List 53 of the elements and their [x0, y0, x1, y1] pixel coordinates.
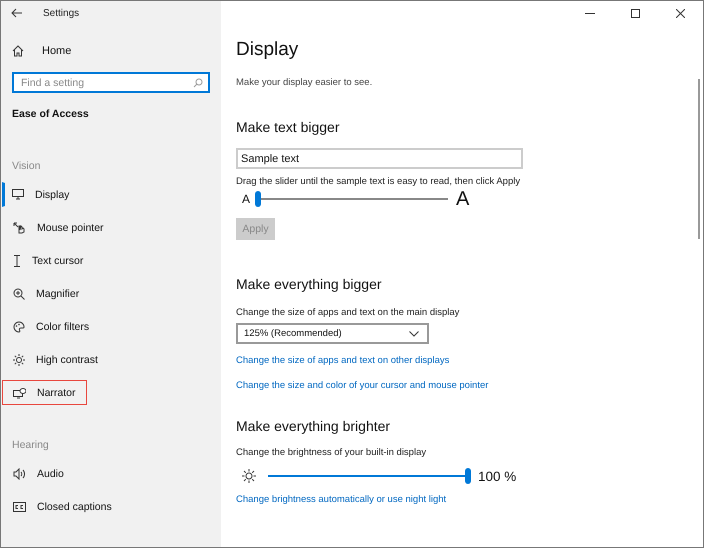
narrator-icon — [13, 386, 26, 398]
group-label: Vision — [11, 160, 42, 172]
section-heading: Ease of Access — [12, 108, 90, 120]
group-label: Hearing — [11, 439, 50, 451]
brightness-label: Change the brightness of your built-in display — [236, 447, 428, 458]
minimize-icon[interactable] — [585, 12, 595, 14]
home-icon — [12, 45, 24, 57]
window-title: Settings — [43, 8, 80, 18]
sidebar-item[interactable]: Magnifier — [2, 281, 90, 306]
home-link[interactable]: Home — [1, 41, 221, 61]
slider-hint: Drag the slider until the sample text is easy to read, then click Apply — [236, 176, 522, 187]
scrollbar[interactable] — [698, 79, 700, 239]
brightness-slider[interactable] — [268, 468, 468, 484]
page-title: Display — [236, 39, 300, 61]
section-heading: Make everything bigger — [236, 276, 383, 292]
sample-text-field[interactable]: Sample text — [236, 148, 523, 169]
monitor-icon — [12, 189, 24, 200]
text-size-slider[interactable] — [258, 191, 448, 207]
sidebar-item[interactable]: Color filters — [2, 314, 100, 339]
sidebar-item[interactable]: Closed captions — [2, 494, 123, 519]
large-a-label: A — [456, 188, 470, 210]
page-subtitle: Make your display easier to see. — [236, 77, 374, 88]
search-field[interactable]: Find a setting — [12, 72, 210, 93]
sidebar-item[interactable]: Text cursor — [2, 248, 94, 273]
section-heading: Make everything brighter — [236, 418, 392, 434]
settings-link[interactable]: Change the size of apps and text on other displays — [236, 355, 450, 366]
sidebar-item[interactable]: Display — [2, 182, 80, 207]
maximize-icon[interactable] — [631, 8, 640, 18]
sun-icon — [242, 469, 256, 483]
sidebar-item[interactable]: High contrast — [2, 347, 109, 372]
text-cursor-icon — [13, 254, 21, 266]
scale-label: Change the size of apps and text on the main display — [236, 307, 460, 318]
small-a-label: A — [241, 192, 250, 206]
slider-thumb[interactable] — [465, 468, 471, 484]
sidebar-item[interactable]: Mouse pointer — [2, 215, 115, 240]
chevron-down-icon — [409, 330, 419, 336]
settings-link[interactable]: Change the size and color of your cursor and mouse pointer — [236, 380, 488, 391]
section-heading: Make text bigger — [236, 119, 340, 135]
close-icon[interactable] — [676, 8, 685, 18]
closed-captions-icon — [13, 502, 26, 512]
scale-dropdown[interactable]: 125% (Recommended) — [236, 323, 429, 344]
back-arrow-icon[interactable] — [11, 8, 23, 18]
palette-icon — [13, 320, 25, 332]
search-icon — [193, 78, 203, 88]
slider-thumb[interactable] — [255, 191, 262, 207]
sidebar-item[interactable]: Audio — [2, 461, 75, 486]
night-light-link[interactable]: Change brightness automatically or use night light — [236, 494, 446, 505]
hand-pointer-icon — [13, 222, 26, 234]
sidebar-item[interactable]: Narrator — [2, 380, 87, 405]
speaker-icon — [13, 468, 26, 480]
magnifier-icon — [13, 288, 25, 300]
sun-icon — [13, 354, 25, 366]
brightness-reading: 100 % — [478, 468, 516, 484]
